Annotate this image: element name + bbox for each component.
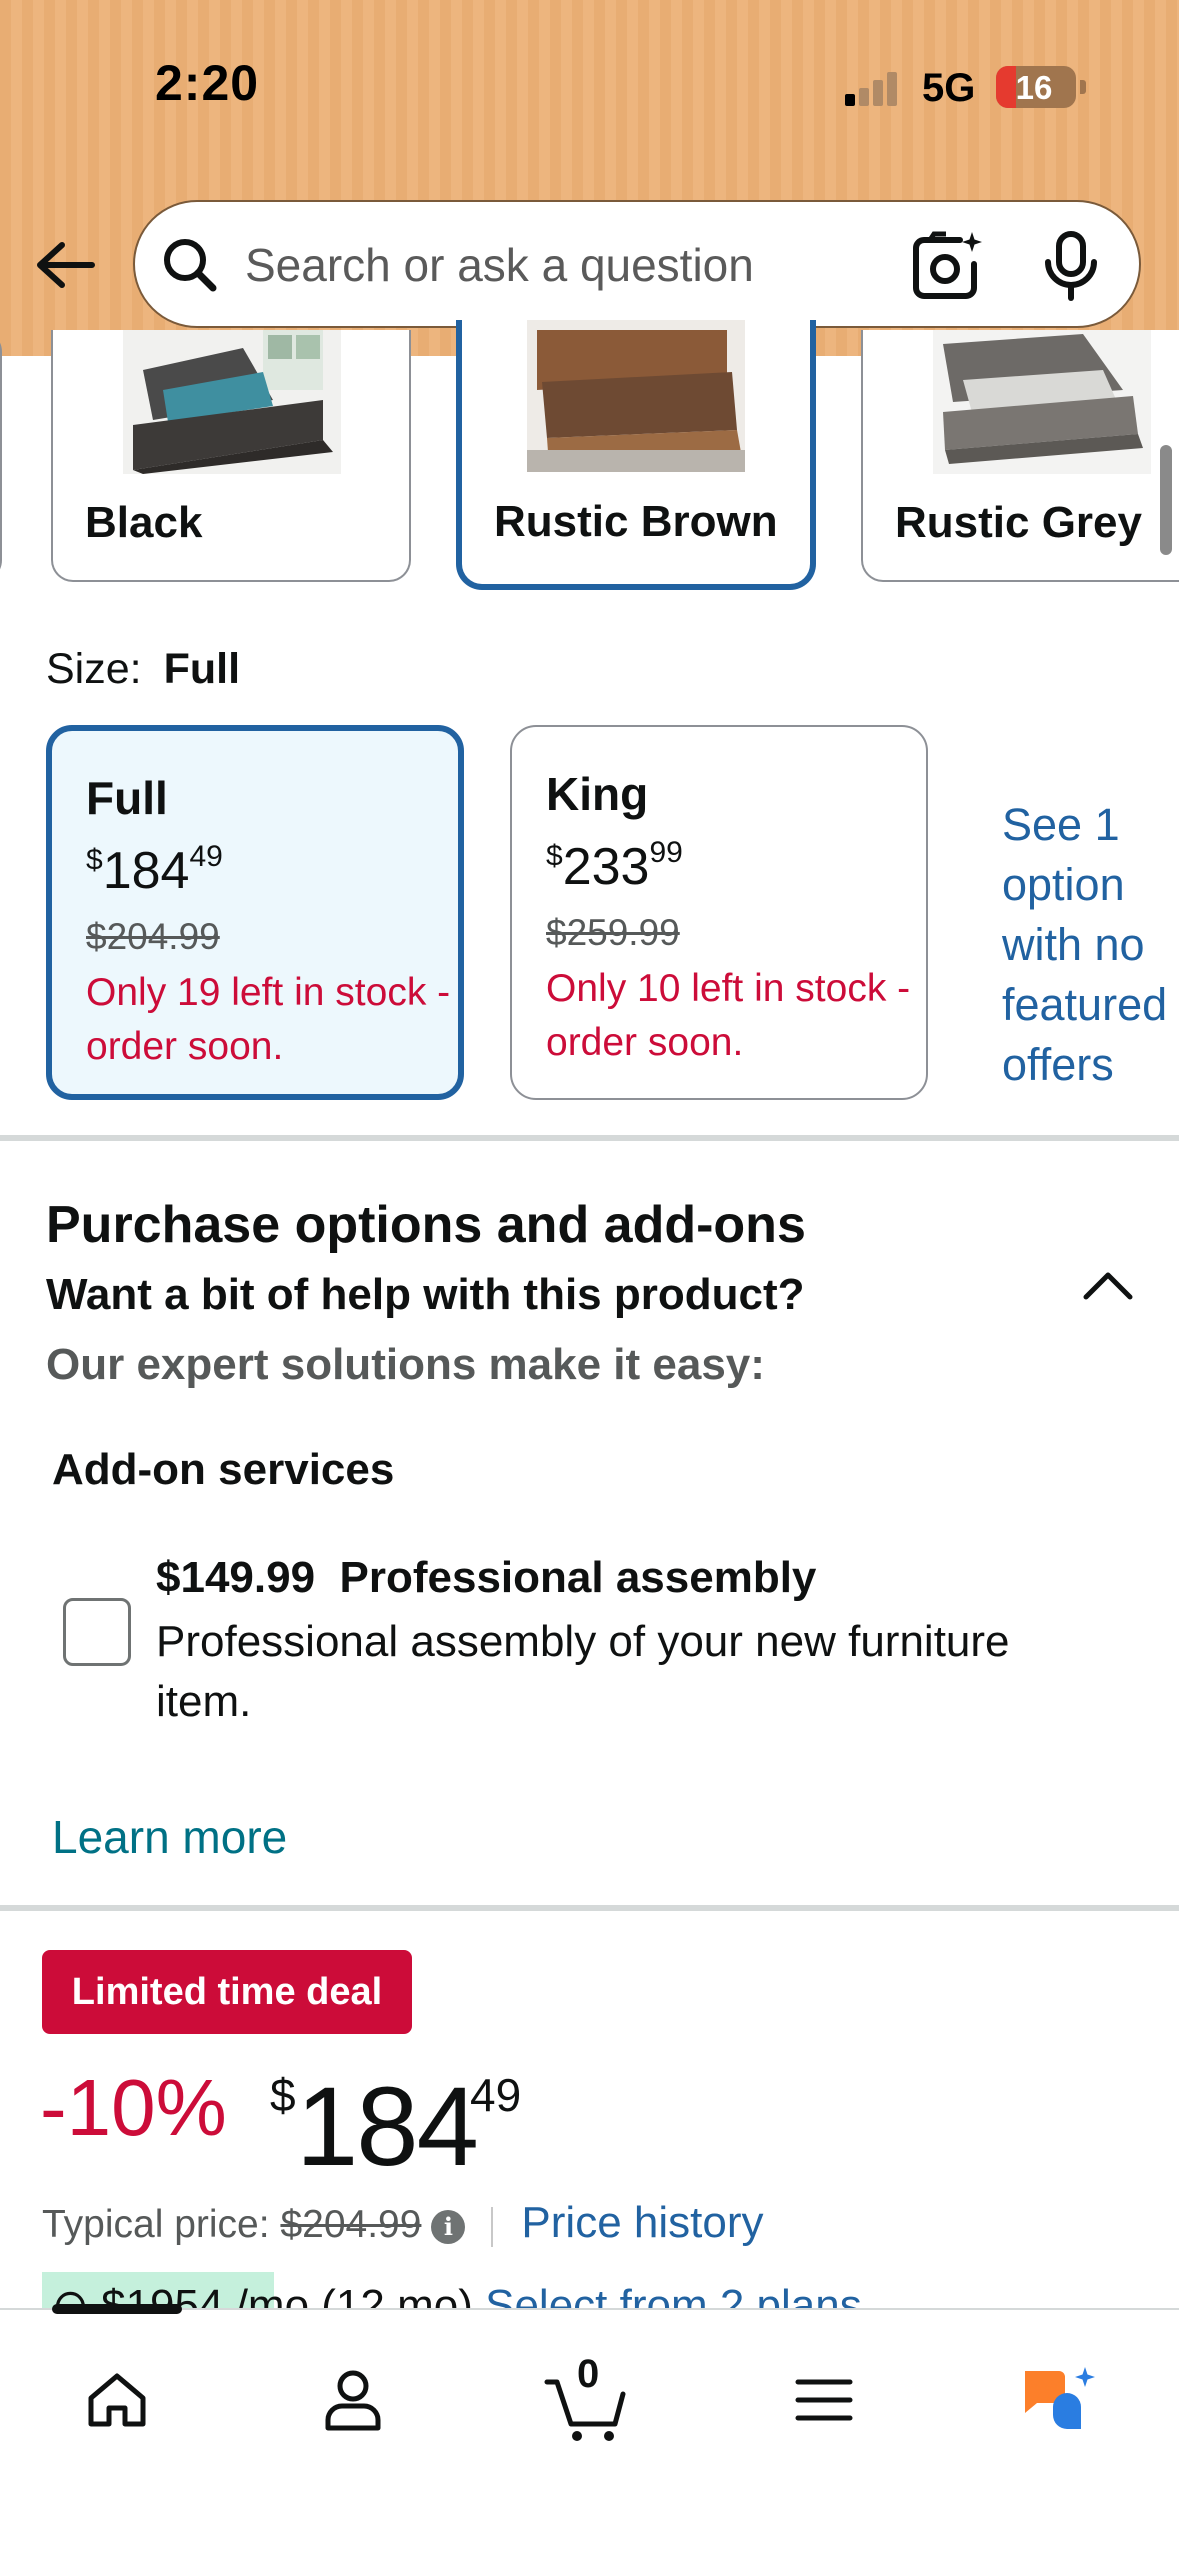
size-name: King bbox=[546, 768, 649, 820]
product-thumbnail-rustic-brown bbox=[527, 320, 745, 472]
product-thumbnail-black bbox=[123, 330, 341, 474]
size-label: Size: Full bbox=[46, 645, 241, 693]
home-icon bbox=[88, 2373, 146, 2427]
addon-price: $149.99 bbox=[156, 1553, 316, 1602]
color-label: Rustic Grey bbox=[895, 498, 1142, 547]
search-bar[interactable] bbox=[133, 200, 1141, 328]
chevron-up-icon[interactable] bbox=[1080, 1265, 1136, 1305]
rufus-icon bbox=[1025, 2367, 1095, 2429]
assembly-checkbox[interactable] bbox=[63, 1598, 131, 1666]
color-label: Black bbox=[85, 498, 203, 547]
addon-services-title: Add-on services bbox=[52, 1445, 395, 1494]
color-option-black[interactable]: Black bbox=[51, 330, 411, 582]
microphone-icon[interactable] bbox=[1040, 230, 1102, 302]
scrollbar[interactable] bbox=[1160, 445, 1172, 555]
discount-percent: -10% bbox=[40, 2063, 227, 2152]
size-name: Full bbox=[86, 772, 168, 824]
network-type: 5G bbox=[922, 66, 976, 110]
selected-size: Full bbox=[163, 645, 241, 693]
color-option-rustic-brown[interactable]: Rustic Brown bbox=[456, 320, 816, 590]
typical-price: $204.99 bbox=[280, 2203, 422, 2246]
color-option-rustic-grey[interactable]: Rustic Grey bbox=[861, 330, 1179, 582]
app-header: 2:20 5G 16 bbox=[0, 0, 1179, 356]
nav-home[interactable] bbox=[62, 2350, 172, 2450]
nav-cart[interactable]: 0 bbox=[533, 2350, 643, 2450]
help-subtitle: Our expert solutions make it easy: bbox=[46, 1340, 765, 1389]
price-history-link[interactable]: Price history bbox=[521, 2198, 763, 2247]
search-icon bbox=[164, 239, 217, 292]
nav-rufus[interactable] bbox=[1004, 2350, 1114, 2450]
stock-warning: Only 10 left in stock - order soon. bbox=[546, 967, 911, 1064]
camera-search-icon[interactable] bbox=[910, 230, 984, 302]
bottom-nav-bar: 0 bbox=[0, 2304, 1179, 2556]
nav-menu[interactable] bbox=[769, 2350, 879, 2450]
size-option-full[interactable]: Full $18449 $204.99 Only 19 left in stoc… bbox=[46, 725, 464, 1100]
purchase-options-title: Purchase options and add-ons bbox=[46, 1196, 806, 1254]
learn-more-link[interactable]: Learn more bbox=[52, 1810, 287, 1864]
status-time: 2:20 bbox=[155, 55, 260, 111]
nav-account[interactable] bbox=[298, 2350, 408, 2450]
typical-price-row: Typical price: $204.99 i Price history bbox=[42, 2198, 764, 2247]
help-title: Want a bit of help with this product? bbox=[46, 1270, 805, 1319]
see-more-options-link[interactable]: See 1 option with no featured offers bbox=[1002, 795, 1179, 1095]
size-list-price: $204.99 bbox=[86, 916, 220, 957]
size-price: $23399 bbox=[546, 835, 683, 896]
section-divider bbox=[0, 1905, 1179, 1911]
size-list-price: $259.99 bbox=[546, 912, 680, 953]
search-input[interactable] bbox=[245, 230, 925, 300]
stock-warning: Only 19 left in stock - order soon. bbox=[86, 971, 451, 1068]
battery-icon: 16 bbox=[996, 66, 1086, 108]
info-icon[interactable]: i bbox=[431, 2209, 466, 2244]
color-option-partial[interactable] bbox=[0, 330, 2, 582]
color-label: Rustic Brown bbox=[494, 497, 778, 546]
installment-row: ⊖ $1954 /mo (12 mo) Select from 2 plans bbox=[42, 2272, 1042, 2312]
size-price: $18449 bbox=[86, 839, 223, 900]
addon-heading: $149.99 Professional assembly bbox=[156, 1553, 816, 1603]
addon-name: Professional assembly bbox=[339, 1553, 817, 1602]
menu-icon bbox=[795, 2379, 853, 2421]
section-divider bbox=[0, 1135, 1179, 1141]
addon-description: Professional assembly of your new furnit… bbox=[156, 1617, 1010, 1726]
product-thumbnail-rustic-grey bbox=[933, 330, 1151, 474]
account-icon bbox=[325, 2370, 381, 2431]
battery-level: 16 bbox=[1015, 69, 1053, 106]
size-option-king[interactable]: King $23399 $259.99 Only 10 left in stoc… bbox=[510, 725, 928, 1100]
cellular-signal-icon bbox=[845, 70, 905, 106]
active-tab-indicator bbox=[52, 2304, 182, 2314]
arrow-left-icon bbox=[37, 242, 95, 288]
cart-count: 0 bbox=[577, 2352, 600, 2396]
limited-deal-badge: Limited time deal bbox=[42, 1950, 412, 2034]
back-button[interactable] bbox=[30, 230, 100, 300]
